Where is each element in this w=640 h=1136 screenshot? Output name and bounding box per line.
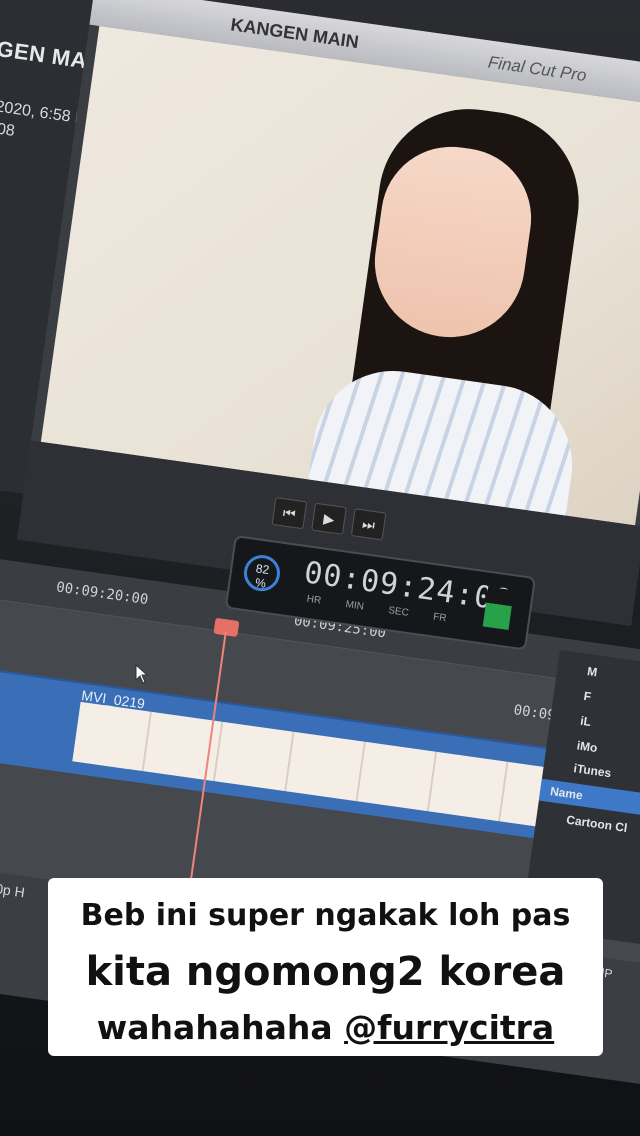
- caption-line-2: kita ngomong2 korea: [85, 949, 566, 995]
- browser-item[interactable]: F: [583, 689, 592, 704]
- zoom-percent: 82 %: [241, 552, 283, 594]
- video-preview: [40, 26, 640, 526]
- browser-item[interactable]: iMo: [576, 738, 598, 755]
- browser-item[interactable]: iTunes: [573, 761, 612, 780]
- audio-meter: [482, 586, 515, 630]
- mention-link[interactable]: @furrycitra: [344, 1008, 554, 1047]
- caption-text: wahahahaha: [96, 1008, 345, 1047]
- caption-line-3: wahahahaha @furrycitra: [62, 1000, 589, 1056]
- caption-line-1: Beb ini super ngakak loh pas: [80, 898, 571, 933]
- play-button[interactable]: ▶: [311, 502, 347, 535]
- previous-button[interactable]: ⏮: [271, 497, 308, 530]
- viewer-panel: KANGEN MAIN Final Cut Pro ⏮ ▶ ⏭: [17, 0, 640, 626]
- browser-item[interactable]: M: [586, 664, 598, 679]
- next-button[interactable]: ⏭: [350, 508, 387, 541]
- name-column-label: Name: [549, 784, 584, 803]
- story-caption: Beb ini super ngakak loh pas kita ngomon…: [48, 878, 603, 1056]
- browser-clip[interactable]: Cartoon Cl: [565, 813, 628, 835]
- ruler-mark: 00:09:20:00: [55, 579, 150, 609]
- browser-item[interactable]: iL: [579, 714, 592, 729]
- app-name: Final Cut Pro: [486, 52, 588, 86]
- mouse-cursor-icon: [135, 664, 149, 684]
- format-label: 80p H: [0, 879, 26, 901]
